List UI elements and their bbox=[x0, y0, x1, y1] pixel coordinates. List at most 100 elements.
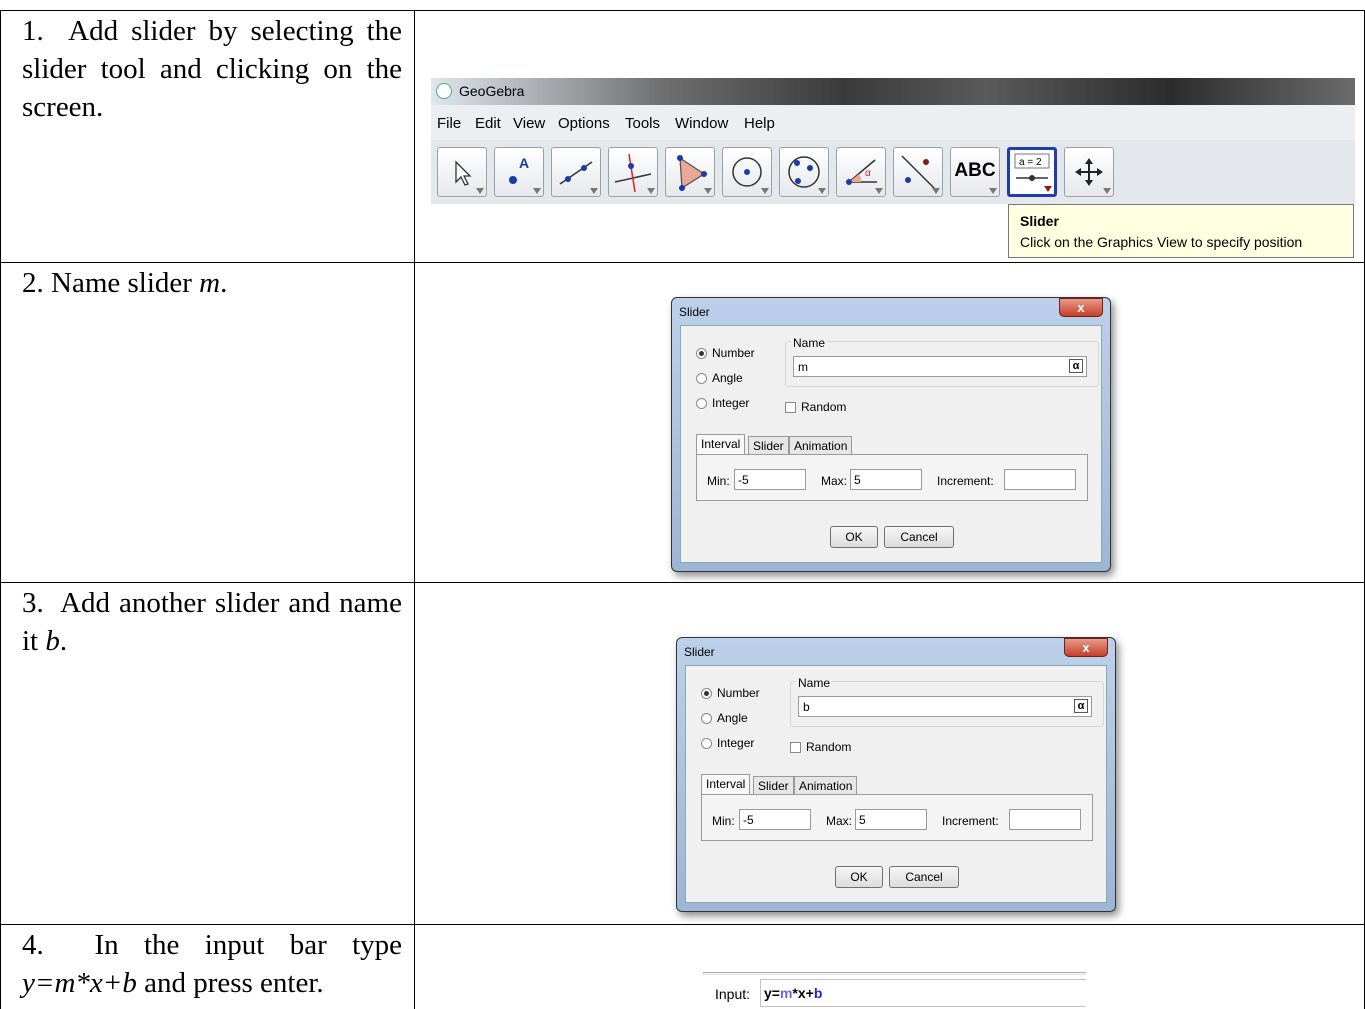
tooltip-text: Click on the Graphics View to specify po… bbox=[1020, 234, 1303, 250]
radio-angle[interactable]: Angle bbox=[701, 711, 748, 725]
increment-label: Increment: bbox=[942, 814, 999, 828]
table-rule bbox=[0, 262, 1365, 263]
random-checkbox[interactable]: Random bbox=[790, 740, 851, 754]
checkbox-icon bbox=[790, 742, 801, 753]
table-rule bbox=[0, 10, 1365, 11]
slider-tool-button[interactable]: a = 2 bbox=[1007, 147, 1057, 197]
tab-interval[interactable]: Interval bbox=[701, 774, 751, 795]
move-tool-button[interactable] bbox=[437, 147, 487, 197]
toolbar: A α ABC a = 2 bbox=[431, 140, 1355, 204]
radio-icon bbox=[696, 398, 707, 409]
perpendicular-tool-button[interactable] bbox=[608, 147, 658, 197]
cancel-button[interactable]: Cancel bbox=[889, 866, 959, 888]
radio-number[interactable]: Number bbox=[701, 686, 760, 700]
svg-text:A: A bbox=[519, 155, 529, 171]
menu-view[interactable]: View bbox=[513, 115, 545, 132]
input-field[interactable]: y=m*x+b bbox=[760, 979, 1086, 1007]
svg-text:α: α bbox=[865, 168, 871, 179]
tab-animation[interactable]: Animation bbox=[789, 436, 853, 454]
close-icon[interactable]: x bbox=[1064, 638, 1108, 657]
checkbox-icon bbox=[785, 402, 796, 413]
max-label: Max: bbox=[826, 814, 853, 828]
radio-icon bbox=[701, 713, 712, 724]
min-label: Min: bbox=[712, 814, 735, 828]
name-group: Name mα bbox=[785, 336, 1099, 387]
slider-dialog-b: Slider x Number Angle Integer Name bα Ra… bbox=[676, 637, 1116, 912]
tab-interval[interactable]: Interval bbox=[696, 434, 746, 455]
radio-number[interactable]: Number bbox=[696, 346, 755, 360]
min-input[interactable]: -5 bbox=[734, 469, 806, 490]
conic-tool-button[interactable] bbox=[779, 147, 829, 197]
text-tool-icon: ABC bbox=[954, 160, 996, 181]
radio-selected-icon bbox=[696, 348, 707, 359]
divider bbox=[703, 974, 1086, 975]
tab-slider[interactable]: Slider bbox=[748, 436, 789, 454]
name-input[interactable]: bα bbox=[798, 696, 1092, 717]
table-rule bbox=[0, 10, 1, 1009]
step-4-text: 4. In the input bar type y=m*x+b and pre… bbox=[22, 929, 402, 999]
polygon-tool-button[interactable] bbox=[665, 147, 715, 197]
dialog-body: Number Angle Integer Name bα Random Inte… bbox=[685, 665, 1107, 903]
radio-icon bbox=[701, 738, 712, 749]
angle-tool-button[interactable]: α bbox=[836, 147, 886, 197]
ok-button[interactable]: OK bbox=[830, 526, 878, 548]
window-titlebar: GeoGebra bbox=[431, 78, 1355, 105]
menu-file[interactable]: File bbox=[437, 115, 461, 132]
max-label: Max: bbox=[821, 474, 848, 488]
random-checkbox[interactable]: Random bbox=[785, 400, 846, 414]
slider-tooltip: Slider Click on the Graphics View to spe… bbox=[1008, 204, 1354, 258]
interval-panel: Min: -5 Max: 5 Increment: bbox=[701, 794, 1093, 841]
name-label: Name bbox=[796, 676, 833, 690]
tab-animation[interactable]: Animation bbox=[794, 776, 858, 794]
name-input[interactable]: mα bbox=[793, 356, 1087, 377]
radio-angle[interactable]: Angle bbox=[696, 371, 743, 385]
slider-dialog-m: Slider x Number Angle Integer Name mα Ra… bbox=[671, 297, 1111, 572]
increment-input[interactable] bbox=[1009, 809, 1081, 830]
alpha-icon[interactable]: α bbox=[1069, 359, 1083, 373]
geogebra-logo-icon bbox=[436, 83, 452, 99]
dialog-title: Slider bbox=[679, 305, 710, 319]
max-input[interactable]: 5 bbox=[855, 809, 927, 830]
text-tool-button[interactable]: ABC bbox=[950, 147, 1000, 197]
name-group: Name bα bbox=[790, 676, 1104, 727]
menu-help[interactable]: Help bbox=[744, 115, 775, 132]
svg-text:a = 2: a = 2 bbox=[1019, 157, 1042, 168]
menu-bar: File Edit View Options Tools Window Help bbox=[431, 105, 1355, 140]
line-tool-button[interactable] bbox=[551, 147, 601, 197]
radio-integer[interactable]: Integer bbox=[696, 396, 749, 410]
divider bbox=[703, 972, 1086, 973]
increment-label: Increment: bbox=[937, 474, 994, 488]
alpha-icon[interactable]: α bbox=[1074, 699, 1088, 713]
increment-input[interactable] bbox=[1004, 469, 1076, 490]
radio-icon bbox=[696, 373, 707, 384]
tooltip-title: Slider bbox=[1020, 213, 1059, 229]
menu-options[interactable]: Options bbox=[558, 115, 610, 132]
interval-panel: Min: -5 Max: 5 Increment: bbox=[696, 454, 1088, 501]
min-label: Min: bbox=[707, 474, 730, 488]
slider-icon: a = 2 bbox=[1014, 153, 1052, 192]
name-label: Name bbox=[791, 336, 828, 350]
menu-window[interactable]: Window bbox=[675, 115, 728, 132]
min-input[interactable]: -5 bbox=[739, 809, 811, 830]
close-icon[interactable]: x bbox=[1059, 298, 1103, 317]
radio-selected-icon bbox=[701, 688, 712, 699]
window-title: GeoGebra bbox=[459, 83, 525, 99]
circle-tool-button[interactable] bbox=[722, 147, 772, 197]
menu-edit[interactable]: Edit bbox=[475, 115, 501, 132]
point-tool-button[interactable]: A bbox=[494, 147, 544, 197]
cancel-button[interactable]: Cancel bbox=[884, 526, 954, 548]
menu-tools[interactable]: Tools bbox=[625, 115, 660, 132]
tab-slider[interactable]: Slider bbox=[753, 776, 794, 794]
dialog-body: Number Angle Integer Name mα Random Inte… bbox=[680, 325, 1102, 563]
step-1-text: 1. Add slider by selecting the slider to… bbox=[22, 15, 402, 123]
table-rule bbox=[0, 924, 1365, 925]
input-label: Input: bbox=[715, 986, 751, 1002]
reflect-tool-button[interactable] bbox=[893, 147, 943, 197]
radio-integer[interactable]: Integer bbox=[701, 736, 754, 750]
max-input[interactable]: 5 bbox=[850, 469, 922, 490]
ok-button[interactable]: OK bbox=[835, 866, 883, 888]
table-rule bbox=[0, 582, 1365, 583]
step-2-text: 2. Name slider m. bbox=[22, 267, 228, 299]
dialog-title: Slider bbox=[684, 645, 715, 659]
move-graphics-tool-button[interactable] bbox=[1064, 147, 1114, 197]
